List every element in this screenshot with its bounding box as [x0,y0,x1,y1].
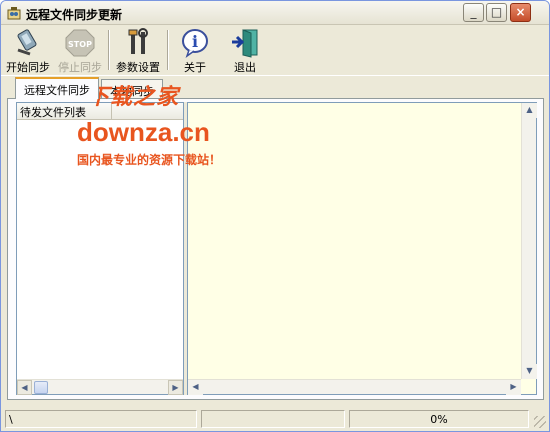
maximize-button[interactable]: □ [486,3,507,22]
status-bar: \ 0% [1,407,549,431]
status-path-text: \ [9,413,13,426]
log-vscrollbar[interactable]: ▲ ▼ [521,103,537,379]
tools-icon [128,28,148,54]
stop-sync-label: 停止同步 [58,61,102,74]
settings-label: 参数设置 [116,61,160,74]
window-title: 远程文件同步更新 [26,8,123,22]
arrow-right-icon: ▶ [510,382,517,391]
scroll-up-button[interactable]: ▲ [522,103,537,118]
column-header-pending-files[interactable]: 待发文件列表 [20,104,112,119]
start-sync-label: 开始同步 [6,61,50,74]
info-icon: i [182,29,208,58]
app-window: 远程文件同步更新 _ □ × 开始同步 STOP 停止同步 参数设置 i 关于 … [0,0,550,432]
scroll-down-button[interactable]: ▼ [522,364,537,379]
status-panel-path: \ [5,410,197,428]
status-panel-empty [201,410,345,428]
tab-panel: 待发文件列表 ◀ ▶ ▲ ▼ ◀ ▶ [7,98,544,400]
log-text-area[interactable]: ▲ ▼ ◀ ▶ [187,102,537,395]
start-sync-button[interactable]: 开始同步 [5,28,51,74]
app-icon [7,7,21,20]
tab-remote-sync-label: 远程文件同步 [24,84,90,97]
log-scroll-left-button[interactable]: ◀ [188,380,203,395]
title-bar[interactable]: 远程文件同步更新 _ □ × [1,1,549,25]
tab-remote-sync[interactable]: 远程文件同步 [15,77,99,99]
settings-button[interactable]: 参数设置 [114,28,162,74]
arrow-right-icon: ▶ [172,383,179,392]
minimize-icon: _ [470,5,477,19]
pending-file-list[interactable]: 待发文件列表 ◀ ▶ [16,102,184,395]
tab-local-sync-label: 本地同步 [110,85,154,98]
arrow-up-icon: ▲ [526,105,533,114]
progress-text: 0% [430,413,448,426]
minimize-button[interactable]: _ [463,3,484,22]
close-icon: × [515,5,526,19]
stop-sync-button[interactable]: STOP 停止同步 [57,28,103,74]
tab-local-sync[interactable]: 本地同步 [101,79,163,98]
svg-text:STOP: STOP [68,40,92,49]
arrow-left-icon: ◀ [21,383,28,392]
about-button[interactable]: i 关于 [175,28,215,74]
toolbar-separator [167,30,169,70]
about-label: 关于 [184,61,206,74]
list-hscrollbar[interactable]: ◀ ▶ [17,379,183,395]
exit-label: 退出 [234,61,256,74]
scroll-right-button[interactable]: ▶ [168,380,183,395]
list-header: 待发文件列表 [17,103,183,120]
arrow-left-icon: ◀ [192,382,199,391]
maximize-icon: □ [490,5,503,19]
toolbar: 开始同步 STOP 停止同步 参数设置 i 关于 退出 [1,26,549,76]
sync-start-icon [17,29,37,56]
scroll-left-button[interactable]: ◀ [17,380,32,395]
resize-grip-icon[interactable] [534,416,546,428]
scroll-thumb[interactable] [34,381,48,394]
svg-text:i: i [192,32,198,51]
stop-sign-icon: STOP [65,29,95,57]
arrow-down-icon: ▼ [526,366,533,375]
log-scroll-right-button[interactable]: ▶ [506,380,521,395]
log-hscrollbar[interactable]: ◀ ▶ [188,379,521,395]
toolbar-separator [108,30,110,70]
exit-button[interactable]: 退出 [225,28,265,74]
exit-door-icon [232,29,258,58]
status-panel-progress: 0% [349,410,529,428]
close-button[interactable]: × [510,3,531,22]
